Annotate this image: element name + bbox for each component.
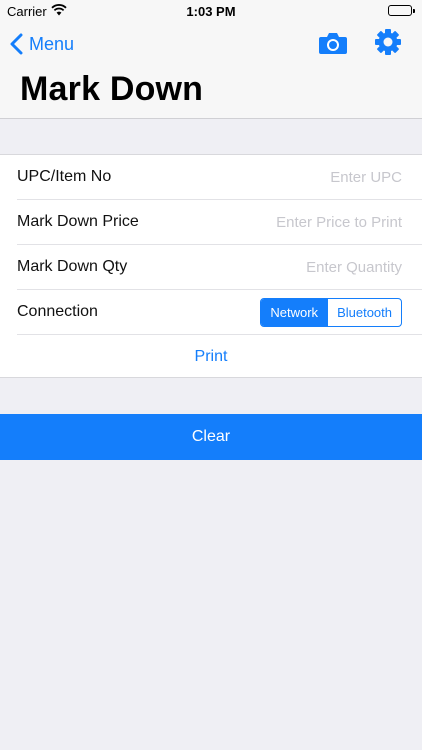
battery-icon <box>388 5 415 16</box>
quantity-label: Mark Down Qty <box>17 258 128 275</box>
connection-label: Connection <box>17 303 98 320</box>
connection-row: Connection Network Bluetooth <box>17 290 422 335</box>
segment-bluetooth[interactable]: Bluetooth <box>327 299 401 326</box>
connection-segmented-control: Network Bluetooth <box>260 298 402 327</box>
gear-icon <box>375 29 401 55</box>
segment-network[interactable]: Network <box>261 299 328 326</box>
navigation-bar: Menu Mark Down <box>0 22 422 119</box>
print-button[interactable]: Print <box>195 348 228 366</box>
settings-button[interactable] <box>374 28 402 56</box>
back-button-label: Menu <box>29 33 75 54</box>
upc-input[interactable] <box>192 165 402 190</box>
quantity-input[interactable] <box>192 255 402 280</box>
upc-row: UPC/Item No <box>17 155 422 200</box>
camera-icon <box>319 33 347 54</box>
price-input[interactable] <box>192 210 402 235</box>
chevron-left-icon <box>10 33 23 55</box>
quantity-row: Mark Down Qty <box>17 245 422 290</box>
clock-time: 1:03 PM <box>186 4 236 19</box>
back-button[interactable]: Menu <box>10 31 74 57</box>
status-bar: Carrier 1:03 PM <box>0 0 422 22</box>
price-label: Mark Down Price <box>17 213 139 230</box>
camera-button[interactable] <box>318 31 348 55</box>
markdown-form: UPC/Item No Mark Down Price Mark Down Qt… <box>0 154 422 378</box>
page-title: Mark Down <box>20 70 204 108</box>
clear-button[interactable]: Clear <box>0 414 422 460</box>
print-row: Print <box>0 334 422 379</box>
price-row: Mark Down Price <box>17 200 422 245</box>
upc-label: UPC/Item No <box>17 168 112 185</box>
